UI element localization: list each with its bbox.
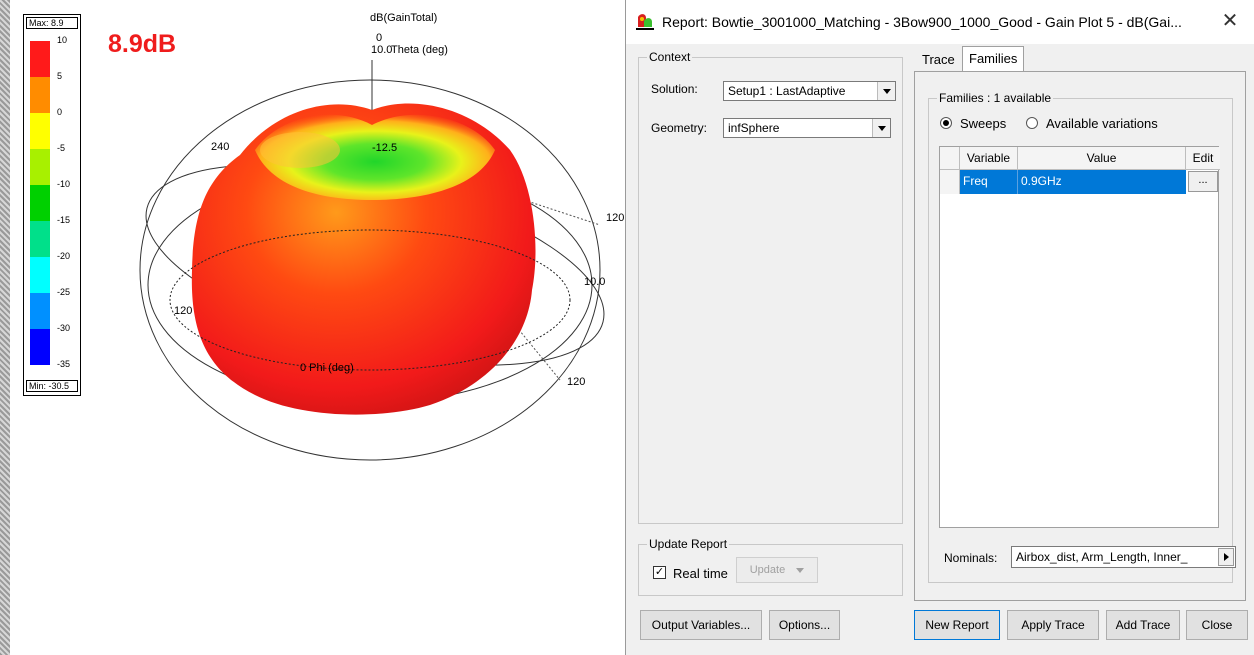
sweeps-radio[interactable]	[940, 117, 952, 129]
new-report-button[interactable]: New Report	[914, 610, 1000, 640]
output-variables-button[interactable]: Output Variables...	[640, 610, 762, 640]
row-header[interactable]	[940, 170, 960, 194]
legend-band-3	[30, 113, 50, 149]
context-group-label: Context	[647, 50, 693, 64]
legend-tick: -20	[57, 251, 71, 261]
chevron-right-icon[interactable]	[1218, 548, 1234, 566]
legend-band-2	[30, 77, 50, 113]
legend-min-label: Min: -30.5	[26, 380, 78, 392]
nominals-field[interactable]: Airbox_dist, Arm_Length, Inner_	[1011, 546, 1236, 568]
legend-tick: -25	[57, 287, 71, 297]
legend-tick: -10	[57, 179, 71, 189]
nominals-label: Nominals:	[944, 551, 998, 565]
solution-label: Solution:	[651, 82, 698, 96]
angle-240-label: 240	[211, 141, 230, 153]
angle-120-bottom-label: 120	[567, 376, 586, 388]
nominals-value: Airbox_dist, Arm_Length, Inner_	[1016, 550, 1188, 564]
options-button[interactable]: Options...	[769, 610, 840, 640]
theta-zero-label: 0	[376, 32, 383, 44]
geometry-select[interactable]: infSphere	[723, 118, 891, 138]
edit-ellipsis-button[interactable]: ...	[1188, 171, 1218, 192]
legend-band-4	[30, 149, 50, 185]
solution-select-value: Setup1 : LastAdaptive	[728, 84, 846, 98]
legend-tick: -15	[57, 215, 71, 225]
legend-band-7	[30, 257, 50, 293]
legend-max-label: Max: 8.9	[26, 17, 78, 29]
column-header-variable[interactable]: Variable	[960, 147, 1018, 170]
radius-10-label: 10.0	[584, 276, 606, 288]
update-button-label: Update	[749, 564, 786, 576]
legend-band-6	[30, 221, 50, 257]
radiation-pattern-3d-plot[interactable]	[0, 0, 625, 655]
realtime-checkbox[interactable]: ✓	[653, 566, 666, 579]
column-header-edit[interactable]: Edit	[1186, 147, 1220, 170]
families-grid: Variable Value Edit Freq 0.9GHz ...	[939, 146, 1220, 528]
phi-axis-label: 0 Phi (deg)	[300, 362, 354, 374]
screen: Max: 8.9 10 5 0 -5 -10 -15 -20 -25 -30 -…	[0, 0, 1254, 655]
table-row[interactable]: Freq 0.9GHz	[960, 170, 1186, 194]
peak-gain-label: 8.9dB	[108, 30, 177, 58]
tab-trace[interactable]: Trace	[916, 48, 961, 72]
legend-band-5	[30, 185, 50, 221]
tab-families[interactable]: Families	[962, 46, 1025, 72]
families-group-label: Families : 1 available	[937, 91, 1054, 105]
report-app-icon	[636, 14, 654, 30]
angle-120-left-label: 120	[174, 305, 193, 317]
legend-color-scale	[30, 41, 50, 365]
color-legend: Max: 8.9 10 5 0 -5 -10 -15 -20 -25 -30 -…	[23, 14, 81, 396]
solution-select[interactable]: Setup1 : LastAdaptive	[723, 81, 896, 101]
chevron-down-icon	[872, 119, 890, 137]
dialog-title: Report: Bowtie_3001000_Matching - 3Bow90…	[662, 14, 1182, 30]
legend-tick: 0	[57, 107, 63, 117]
legend-tick: -35	[57, 359, 71, 369]
available-variations-label: Available variations	[1046, 116, 1158, 131]
legend-band-8	[30, 293, 50, 329]
update-report-label: Update Report	[647, 537, 730, 551]
column-header-value[interactable]: Value	[1018, 147, 1186, 170]
geometry-label: Geometry:	[651, 121, 708, 135]
update-button[interactable]: Update	[736, 557, 818, 583]
legend-band-9	[30, 329, 50, 365]
close-icon[interactable]: ✕	[1219, 9, 1241, 33]
cell-value[interactable]: 0.9GHz	[1018, 170, 1186, 194]
add-trace-button[interactable]: Add Trace	[1106, 610, 1180, 640]
available-variations-radio[interactable]	[1026, 117, 1038, 129]
chevron-down-icon	[796, 567, 805, 573]
grid-corner	[940, 147, 960, 170]
pattern-highlight	[260, 132, 340, 168]
chevron-down-icon	[877, 82, 895, 100]
legend-tick: 10	[57, 35, 68, 45]
sweeps-label: Sweeps	[960, 116, 1007, 131]
realtime-label: Real time	[673, 566, 728, 581]
theta-axis-label: Theta (deg)	[391, 44, 448, 56]
plot-title: dB(GainTotal)	[370, 12, 438, 24]
legend-tick: -5	[57, 143, 66, 153]
legend-tick: 5	[57, 71, 63, 81]
close-button[interactable]: Close	[1186, 610, 1248, 640]
legend-band-1	[30, 41, 50, 77]
theta-radius-label: 10.0	[371, 44, 393, 56]
cell-variable[interactable]: Freq	[960, 170, 1018, 194]
apply-trace-button[interactable]: Apply Trace	[1007, 610, 1099, 640]
geometry-select-value: infSphere	[728, 121, 780, 135]
legend-tick: -30	[57, 323, 71, 333]
angle-120-right-label: 120	[606, 212, 625, 224]
dialog-titlebar[interactable]: Report: Bowtie_3001000_Matching - 3Bow90…	[626, 0, 1254, 44]
ring-mid-label: -12.5	[372, 142, 398, 154]
report-dialog: Report: Bowtie_3001000_Matching - 3Bow90…	[625, 0, 1254, 655]
